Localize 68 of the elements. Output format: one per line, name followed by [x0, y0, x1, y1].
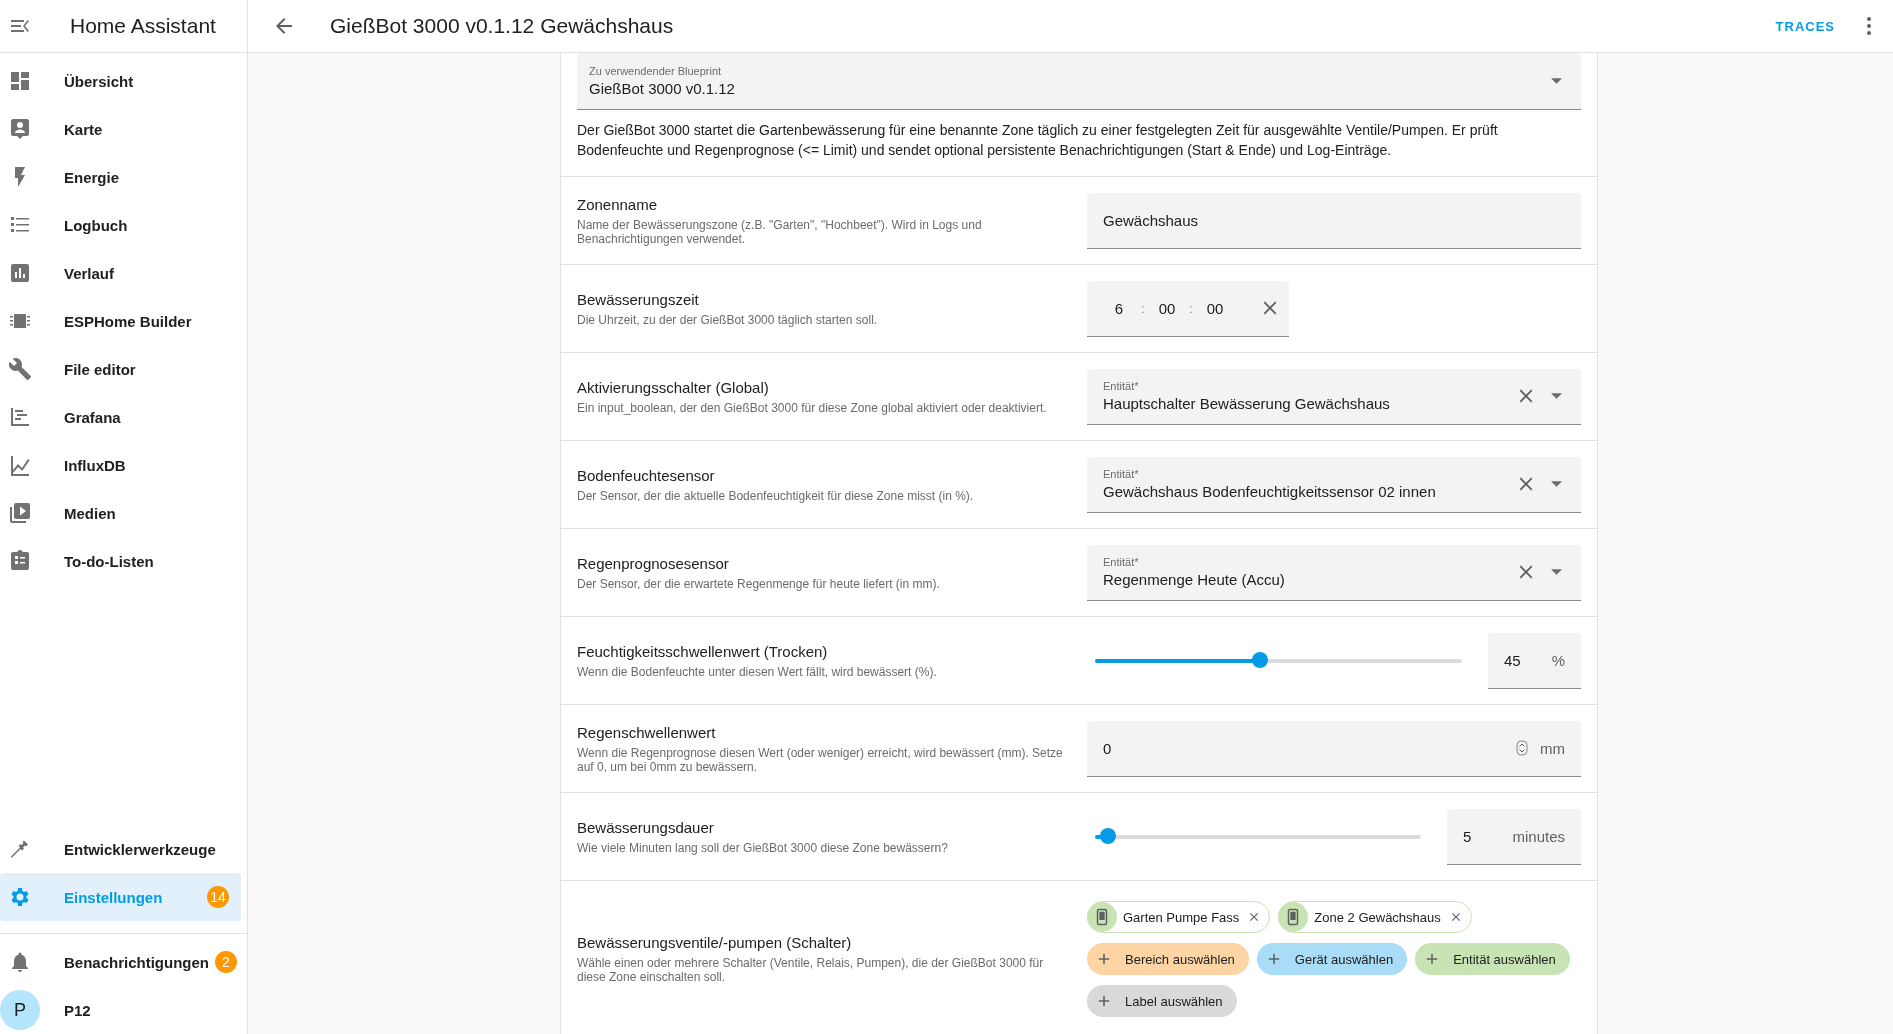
count-badge: 14 — [207, 886, 229, 908]
input-description: Ein input_boolean, der den GießBot 3000 für diese Zone global aktiviert oder deaktiviert. — [577, 400, 1048, 415]
caret-icon — [1551, 481, 1562, 487]
input-description: Wie viele Minuten lang soll der GießBot 3000 diese Zone bewässern? — [577, 840, 949, 855]
number-field[interactable]: 0 mm — [1087, 720, 1581, 777]
number-field[interactable]: 5 minutes — [1447, 808, 1581, 865]
input-title: Bodenfeuchtesensor — [577, 466, 716, 484]
add-button[interactable]: Label auswählen — [1087, 985, 1237, 1017]
caret-icon — [1551, 78, 1562, 84]
line-chart-icon — [8, 453, 32, 477]
dashboard-icon — [8, 69, 32, 93]
sidebar-item[interactable]: Grafana — [0, 393, 241, 441]
input-title: Bewässerungszeit — [577, 290, 700, 308]
add-button[interactable]: Bereich auswählen — [1087, 943, 1249, 975]
input-description: Die Uhrzeit, zu der der GießBot 3000 täglich starten soll. — [577, 312, 879, 327]
sidebar-item[interactable]: Karte — [0, 105, 241, 153]
input-description: Der Sensor, der die aktuelle Bodenfeuchtigkeit für diese Zone misst (in %). — [577, 488, 975, 503]
play-icon — [8, 501, 32, 525]
input-description: Wenn die Regenprognose diesen Wert (oder weniger) erreicht, wird bewässert (mm). Setze auf 0, um bei 0mm zu bewässern. — [577, 745, 1064, 774]
phone-icon — [1278, 901, 1309, 932]
sidebar-item[interactable]: To-do-Listen — [0, 537, 241, 585]
page-title: GießBot 3000 v0.1.12 Gewächshaus — [330, 14, 675, 38]
sidebar-item[interactable]: ESPHome Builder — [0, 297, 241, 345]
time-field[interactable]: 6 : 00 : 00 — [1087, 280, 1289, 337]
caret-icon — [1551, 569, 1562, 575]
add-button[interactable]: Gerät auswählen — [1256, 943, 1408, 975]
sidebar-item[interactable]: Übersicht — [0, 57, 241, 105]
sidebar-item[interactable]: Entwicklerwerkzeuge — [0, 825, 241, 873]
input-title: Bewässerungsdauer — [577, 818, 715, 836]
entity-select[interactable]: Entität* Gewächshaus Bodenfeuchtigkeitssensor 02 innen — [1087, 456, 1581, 513]
sidebar-item[interactable]: Energie — [0, 153, 241, 201]
user-avatar[interactable]: P — [0, 990, 40, 1030]
number-field[interactable]: 45 % — [1488, 632, 1581, 689]
add-button[interactable]: Entität auswählen — [1415, 943, 1570, 975]
bar-chart-icon — [8, 261, 32, 285]
user-name[interactable]: P12 — [64, 1001, 91, 1019]
slider-handle[interactable] — [1100, 827, 1117, 844]
input-title: Zonenname — [577, 195, 659, 213]
person-pin-icon — [8, 117, 32, 141]
entity-select[interactable]: Entität* Regenmenge Heute (Accu) — [1087, 544, 1581, 601]
sidebar-item[interactable]: Medien — [0, 489, 241, 537]
blueprint-description: Der GießBot 3000 startet die Gartenbewässerung für eine benannte Zone täglich zu einer festgelegten Zeit für ausgewählte Ventile/Pumpen. Er prüft Bodenfeuchte und Regenprognose (<= Limit) und sendet optional persistente Benachrichtigungen (Start & Ende) und Log-Einträge. — [577, 121, 1499, 160]
blueprint-select[interactable]: Zu verwendender Blueprint GießBot 3000 v0.1.12 — [577, 53, 1581, 110]
sidebar-item[interactable]: Verlauf — [0, 249, 241, 297]
input-title: Regenprognosesensor — [577, 554, 730, 572]
input-title: Bewässerungsventile/-pumpen (Schalter) — [577, 934, 853, 951]
entity-select[interactable]: Entität* Hauptschalter Bewässerung Gewächshaus — [1087, 368, 1581, 425]
spinner-icon[interactable] — [1516, 740, 1528, 756]
input-description: Wähle einen oder mehrere Schalter (Ventile, Relais, Pumpen), die der GießBot 3000 für diese Zone einschalten soll. — [577, 956, 1045, 984]
slider-handle[interactable] — [1252, 651, 1269, 668]
input-description: Der Sensor, der die erwartete Regenmenge für heute liefert (in mm). — [577, 576, 941, 591]
input-title: Regenschwellenwert — [577, 723, 717, 741]
input-description: Wenn die Bodenfeuchte unter diesen Wert fällt, wird bewässert (%). — [577, 664, 938, 679]
sidebar-item[interactable]: File editor — [0, 345, 241, 393]
phone-icon — [1087, 901, 1117, 932]
clipboard-list-icon — [8, 549, 32, 573]
text-field[interactable]: Gewächshaus — [1087, 192, 1581, 249]
caret-icon — [1551, 393, 1562, 399]
chart-icon — [8, 405, 32, 429]
sidebar-item[interactable]: Logbuch — [0, 201, 241, 249]
input-title: Aktivierungsschalter (Global) — [577, 378, 770, 396]
sidebar-item[interactable]: InfluxDB — [0, 441, 241, 489]
app-title: Home Assistant — [70, 14, 216, 38]
count-badge: 2 — [215, 951, 237, 973]
input-description: Name der Bewässerungszone (z.B. "Garten", "Hochbeet"). Wird in Logs und Benachrichtigungen verwendet. — [577, 217, 983, 246]
wrench-icon — [8, 357, 32, 381]
sidebar-item[interactable]: Benachrichtigungen 2 — [0, 938, 241, 986]
input-title: Feuchtigkeitsschwellenwert (Trocken) — [577, 642, 829, 660]
